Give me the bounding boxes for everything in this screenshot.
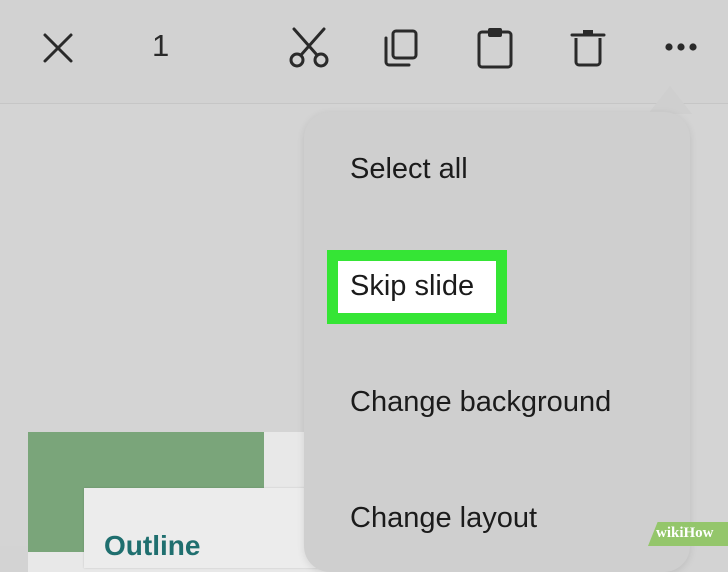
menu-caret (648, 86, 692, 114)
watermark-text: wikiHow (656, 525, 714, 541)
slide-title: Outline (104, 530, 201, 561)
close-icon[interactable] (42, 32, 74, 64)
menu-item-change-background[interactable]: Change background (350, 386, 611, 419)
clipboard-icon[interactable] (476, 26, 514, 70)
menu-item-skip-slide[interactable]: Skip slide (350, 270, 474, 303)
menu-item-select-all[interactable]: Select all (350, 153, 468, 186)
scissors-icon[interactable] (288, 26, 330, 70)
menu-item-change-layout[interactable]: Change layout (350, 502, 537, 535)
selection-toolbar: 1 (0, 0, 728, 104)
copy-icon[interactable] (382, 28, 420, 68)
more-horizontal-icon[interactable] (664, 42, 698, 52)
selection-count: 1 (152, 28, 170, 63)
trash-icon[interactable] (570, 28, 606, 68)
